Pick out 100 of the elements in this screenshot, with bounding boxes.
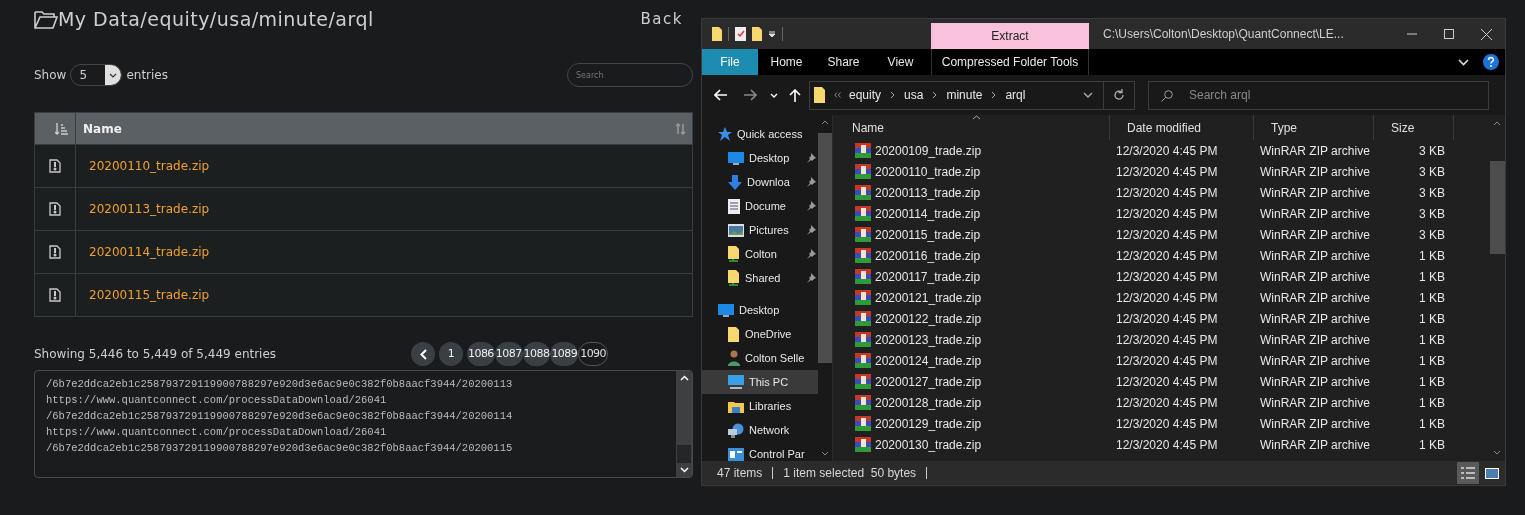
sort-icon[interactable] xyxy=(55,122,68,135)
chevron-right-icon xyxy=(890,91,896,99)
pin-icon[interactable] xyxy=(806,225,816,235)
pin-icon[interactable] xyxy=(806,153,816,163)
scrollbar-thumb[interactable] xyxy=(677,445,691,463)
column-header[interactable]: Name xyxy=(835,115,1110,140)
new-folder-icon[interactable] xyxy=(752,27,762,41)
date-cell-text: 12/3/2020 4:45 PM xyxy=(1115,331,1219,349)
type-cell-text: WinRAR ZIP archive xyxy=(1259,310,1371,328)
file-name[interactable]: 20200121_trade.zip xyxy=(875,288,982,307)
thumbnail-view-icon[interactable] xyxy=(1485,467,1499,479)
search-field[interactable]: Search arql xyxy=(1148,80,1489,110)
scrollbar-thumb[interactable] xyxy=(1489,161,1505,254)
page-button[interactable]: 1090 xyxy=(578,342,608,366)
pin-icon[interactable] xyxy=(806,249,816,259)
ribbon-tab[interactable]: View xyxy=(872,49,929,75)
nav-item[interactable]: Quick access xyxy=(702,122,818,146)
nav-item[interactable]: Desktop xyxy=(702,298,818,322)
previous-page-button[interactable] xyxy=(411,342,435,366)
search-field[interactable]: Search xyxy=(567,63,693,87)
text-line: https://www.quantconnect.com/processDataDownload/26041 xyxy=(46,425,388,440)
details-view-button[interactable] xyxy=(1457,462,1479,484)
nav-item[interactable]: Colton Selle xyxy=(702,346,818,370)
breadcrumb[interactable]: equity xyxy=(849,86,882,104)
back-arrow-icon[interactable] xyxy=(714,89,727,101)
file-name[interactable]: 20200123_trade.zip xyxy=(875,330,982,349)
help-icon[interactable] xyxy=(1483,54,1499,70)
chevron-down-icon[interactable] xyxy=(1083,92,1093,98)
nav-item[interactable]: Pictures xyxy=(702,218,818,242)
forward-arrow-icon[interactable] xyxy=(744,89,757,101)
file-name[interactable]: 20200114_trade.zip xyxy=(875,204,981,223)
pin-icon[interactable] xyxy=(806,201,816,211)
page-button[interactable]: 1 xyxy=(439,342,463,366)
up-arrow-icon[interactable] xyxy=(789,88,801,102)
nav-item[interactable]: Shared xyxy=(702,266,818,290)
file-name[interactable]: 20200115_trade.zip xyxy=(875,225,981,244)
file-link[interactable]: 20200114_trade.zip xyxy=(89,243,210,261)
file-name[interactable]: 20200116_trade.zip xyxy=(875,246,981,265)
scroll-down-icon[interactable] xyxy=(1493,450,1501,455)
pin-icon[interactable] xyxy=(806,177,816,187)
ribbon-tab[interactable]: File xyxy=(702,49,758,75)
file-name[interactable]: 20200129_trade.zip xyxy=(875,414,982,433)
size-cell-text: 1 KB xyxy=(1418,436,1445,454)
file-name[interactable]: 20200117_trade.zip xyxy=(875,267,981,286)
scroll-down-icon[interactable] xyxy=(821,451,829,456)
nav-item[interactable]: Colton xyxy=(702,242,818,266)
file-link[interactable]: 20200110_trade.zip xyxy=(89,157,210,175)
type-cell-text: WinRAR ZIP archive xyxy=(1259,268,1371,286)
page-button[interactable]: 1089 xyxy=(550,342,579,366)
ribbon-tab[interactable]: Home xyxy=(758,49,815,75)
breadcrumb[interactable]: arql xyxy=(1005,86,1026,104)
properties-icon[interactable] xyxy=(735,27,746,41)
file-name[interactable]: 20200124_trade.zip xyxy=(875,351,982,370)
zip-file-icon xyxy=(49,288,61,302)
address-bar[interactable]: equity usa minute arql xyxy=(809,80,1135,110)
file-name[interactable]: 20200122_trade.zip xyxy=(875,309,982,328)
date-cell-text: 12/3/2020 4:45 PM xyxy=(1115,289,1219,307)
type-cell-text: WinRAR ZIP archive xyxy=(1259,289,1371,307)
pin-icon[interactable] xyxy=(806,273,816,283)
nav-item[interactable]: Downloa xyxy=(702,170,818,194)
zip-file-icon xyxy=(49,202,61,216)
close-icon[interactable] xyxy=(1480,28,1492,40)
file-link[interactable]: 20200115_trade.zip xyxy=(89,286,210,304)
file-name[interactable]: 20200128_trade.zip xyxy=(875,393,982,412)
breadcrumb[interactable]: minute xyxy=(946,86,983,104)
nav-item[interactable]: Docume xyxy=(702,194,818,218)
ribbon-tab[interactable]: Share xyxy=(815,49,872,75)
nav-item[interactable]: Desktop xyxy=(702,146,818,170)
scroll-up-icon[interactable] xyxy=(821,120,829,125)
page-button[interactable]: 1087 xyxy=(494,342,523,366)
size-cell-text: 1 KB xyxy=(1418,373,1445,391)
page-button[interactable]: 1088 xyxy=(522,342,551,366)
file-name[interactable]: 20200113_trade.zip xyxy=(875,183,981,202)
nav-item[interactable]: OneDrive xyxy=(702,322,818,346)
column-header[interactable]: Date modified xyxy=(1110,115,1254,140)
file-link[interactable]: 20200113_trade.zip xyxy=(89,200,210,218)
file-name[interactable]: 20200127_trade.zip xyxy=(875,372,982,391)
nav-item[interactable]: Control Par xyxy=(702,442,818,461)
date-cell-text: 12/3/2020 4:45 PM xyxy=(1115,205,1219,223)
nav-item[interactable]: This PC xyxy=(702,370,818,394)
file-name[interactable]: 20200130_trade.zip xyxy=(875,435,982,454)
refresh-icon[interactable] xyxy=(1113,89,1125,101)
type-cell-text: WinRAR ZIP archive xyxy=(1259,373,1371,391)
text-line: /6b7e2ddca2eb1c258793729119900788297e920d3e6ac9e0c382f0b8aacf3944/20200115 xyxy=(46,441,514,456)
nav-item[interactable]: Libraries xyxy=(702,394,818,418)
file-name[interactable]: 20200110_trade.zip xyxy=(875,162,981,181)
file-name[interactable]: 20200109_trade.zip xyxy=(875,141,982,160)
column-header[interactable]: Size xyxy=(1374,115,1454,140)
chevron-right-icon xyxy=(991,91,997,99)
maximize-icon[interactable] xyxy=(1444,29,1454,39)
scroll-up-icon[interactable] xyxy=(1493,121,1501,126)
column-header[interactable]: Type xyxy=(1254,115,1374,140)
dropdown-icon[interactable] xyxy=(768,30,776,38)
folder-icon[interactable] xyxy=(712,27,722,41)
breadcrumb[interactable]: usa xyxy=(904,86,924,104)
page-button[interactable]: 1086 xyxy=(467,342,495,366)
nav-item[interactable]: Network xyxy=(702,418,818,442)
scrollbar-thumb[interactable] xyxy=(818,133,832,363)
back-link[interactable]: Back xyxy=(640,7,683,31)
links-textarea[interactable] xyxy=(34,370,693,478)
